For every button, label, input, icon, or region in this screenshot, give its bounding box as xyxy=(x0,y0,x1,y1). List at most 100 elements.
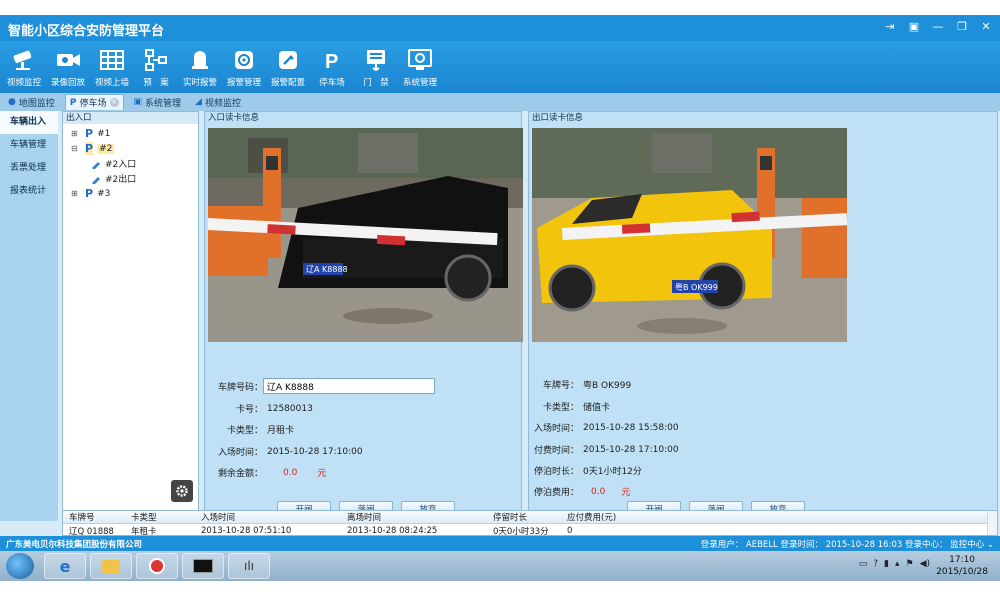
table-cell: 2013-10-28 07:51:10 xyxy=(201,525,292,536)
svg-text:P: P xyxy=(325,51,338,72)
alarm-config-icon xyxy=(274,45,302,75)
console-icon xyxy=(193,559,213,573)
exit-fee-label: 停泊费用： xyxy=(533,488,579,498)
plan-flowchart-icon xyxy=(142,45,170,75)
entry-card-no-row: 卡号： 12580013 xyxy=(205,402,313,416)
toolbar-video-monitor[interactable]: 视频监控 xyxy=(2,41,46,93)
settings-window-icon[interactable]: ▣ xyxy=(906,19,922,35)
tree-label: #3 xyxy=(97,188,111,199)
browser-icon: e xyxy=(59,556,71,576)
collapse-icon[interactable]: ⊟ xyxy=(71,144,81,153)
nav-vehicle-manage[interactable]: 车辆管理 xyxy=(0,134,58,157)
toolbar-parking[interactable]: P 停车场 xyxy=(310,41,354,93)
exit-duration-label: 停泊时长： xyxy=(533,467,579,477)
toolbar-label: 系统管理 xyxy=(402,78,437,88)
tree-node-lot-2[interactable]: ⊟ P #2 xyxy=(71,141,198,156)
expand-icon[interactable]: ⊞ xyxy=(71,189,81,198)
col-header[interactable]: 入场时间 xyxy=(195,511,341,523)
tree-node-gate-out[interactable]: #2出口 xyxy=(71,171,198,186)
tree-node-lot-1[interactable]: ⊞ P #1 xyxy=(71,126,198,141)
settings-gear-button[interactable] xyxy=(171,480,193,502)
system-tray: ▭ ? ▮ ▴ ⚑ ◀) xyxy=(859,559,930,569)
gear-icon xyxy=(176,485,188,497)
entry-balance-label: 剩余金额： xyxy=(217,469,263,479)
minimize-icon[interactable]: — xyxy=(930,19,946,35)
col-header[interactable]: 停留时长 xyxy=(487,511,561,523)
tab-label: 视频监控 xyxy=(204,98,241,109)
taskbar-ie-icon[interactable]: e xyxy=(44,553,86,579)
svg-text:辽A K8888: 辽A K8888 xyxy=(306,265,348,274)
table-cell: 年租卡 xyxy=(131,526,157,536)
tree-node-lot-3[interactable]: ⊞ P #3 xyxy=(71,186,198,201)
col-header[interactable]: 离场时间 xyxy=(341,511,487,523)
tab-map-monitor[interactable]: ● 地图监控 xyxy=(4,94,59,110)
arrow-up-icon[interactable]: ▴ xyxy=(895,559,900,569)
nav-reports[interactable]: 报表统计 xyxy=(0,180,58,203)
clock-time: 17:10 xyxy=(949,555,976,565)
toolbar-playback[interactable]: 录像回放 xyxy=(46,41,90,93)
tree-node-gate-in[interactable]: #2入口 xyxy=(71,156,198,171)
taskbar-console-icon[interactable] xyxy=(182,553,224,579)
window-controls: ⇥ ▣ — ❐ ✕ xyxy=(882,19,994,35)
flag-icon[interactable]: ⚑ xyxy=(905,559,913,569)
volume-icon[interactable]: ◀) xyxy=(920,559,930,569)
entry-balance-row: 剩余金额： 0.0 元 xyxy=(205,466,327,480)
toolbar-plan[interactable]: 预 案 xyxy=(134,41,178,93)
close-icon[interactable]: ✕ xyxy=(978,19,994,35)
exit-pay-time-label: 付费时间： xyxy=(533,446,579,456)
exit-card-type-value: 储值卡 xyxy=(583,403,611,413)
record-table: 车牌号 卡类型 入场时间 离场时间 停留时长 应付费用(元) 辽Q 01888 … xyxy=(62,510,998,536)
windows-start-button[interactable] xyxy=(6,553,34,579)
exit-card-type-row: 卡类型： 储值卡 xyxy=(529,400,610,413)
entry-balance-unit: 元 xyxy=(317,469,327,479)
toolbar-label: 报警管理 xyxy=(226,78,261,88)
tab-system-manage[interactable]: ▣ 系统管理 xyxy=(130,94,186,110)
entry-panel-title: 入口读卡信息 xyxy=(208,113,260,123)
restore-icon[interactable]: ❐ xyxy=(954,19,970,35)
toolbar-system-manage[interactable]: 系统管理 xyxy=(398,41,442,93)
taskbar-tool-icon[interactable]: ılı xyxy=(228,553,270,579)
toolbar-alarm-manage[interactable]: 报警管理 xyxy=(222,41,266,93)
keyboard-icon[interactable]: ▭ xyxy=(859,559,868,569)
app-title: 智能小区综合安防管理平台 xyxy=(8,24,165,39)
entry-plate-input[interactable] xyxy=(263,378,435,394)
toolbar-video-wall[interactable]: 视频上墙 xyxy=(90,41,134,93)
entry-camera-view: 辽A K8888 xyxy=(208,128,523,342)
video-wall-icon xyxy=(98,45,126,75)
exit-plate-value: 粤B OK999 xyxy=(583,381,632,391)
toolbar-realtime-alarm[interactable]: 实时报警 xyxy=(178,41,222,93)
taskbar-app-icon[interactable] xyxy=(136,553,178,579)
gate-device-icon xyxy=(92,161,100,169)
col-header[interactable]: 应付费用(元) xyxy=(561,511,621,523)
table-scrollbar[interactable] xyxy=(987,511,997,535)
exit-card-panel: 出口读卡信息 粤B OK999 车牌号： 粤B OK999 卡类型： 储值卡 入… xyxy=(528,111,998,521)
nav-lost-ticket[interactable]: 丢票处理 xyxy=(0,157,58,180)
tab-video-monitor[interactable]: ◢ 视频监控 xyxy=(191,94,245,110)
gate-device-icon xyxy=(92,176,100,184)
nav-vehicle-inout[interactable]: 车辆出入 xyxy=(0,111,58,134)
clock-date: 2015/10/28 xyxy=(936,567,988,577)
exit-entry-time-label: 入场时间： xyxy=(533,424,579,434)
company-name: 广东美电贝尔科技集团股份有限公司 xyxy=(6,539,143,550)
entry-card-type-label: 卡类型： xyxy=(226,426,263,436)
tab-close-icon[interactable]: ✕ xyxy=(109,98,119,107)
taskbar-folder-icon[interactable] xyxy=(90,553,132,579)
logout-icon[interactable]: ⇥ xyxy=(882,19,898,35)
col-header[interactable]: 车牌号 xyxy=(63,511,125,523)
table-header: 车牌号 卡类型 入场时间 离场时间 停留时长 应付费用(元) xyxy=(63,511,997,524)
toolbar-label: 报警配置 xyxy=(270,78,305,88)
taskbar-clock[interactable]: 17:10 2015/10/28 xyxy=(936,554,988,578)
svg-text:粤B OK999: 粤B OK999 xyxy=(675,282,718,292)
table-row[interactable]: 辽Q 01888 年租卡 2013-10-28 07:51:10 2013-10… xyxy=(63,524,997,536)
help-icon[interactable]: ? xyxy=(873,559,878,569)
expand-icon[interactable]: ⊞ xyxy=(71,129,81,138)
network-icon[interactable]: ▮ xyxy=(884,559,889,569)
toolbar-alarm-config[interactable]: 报警配置 xyxy=(266,41,310,93)
exit-fee-value: 0.0 xyxy=(591,486,606,497)
col-header[interactable]: 卡类型 xyxy=(125,511,195,523)
toolbar-label: 视频上墙 xyxy=(94,78,129,88)
tab-parking[interactable]: P 停车场 ✕ xyxy=(64,94,124,110)
parking-node-icon: P xyxy=(85,142,94,155)
exit-pay-time-row: 付费时间： 2015-10-28 17:10:00 xyxy=(529,443,679,457)
toolbar-access-control[interactable]: 门 禁 xyxy=(354,41,398,93)
